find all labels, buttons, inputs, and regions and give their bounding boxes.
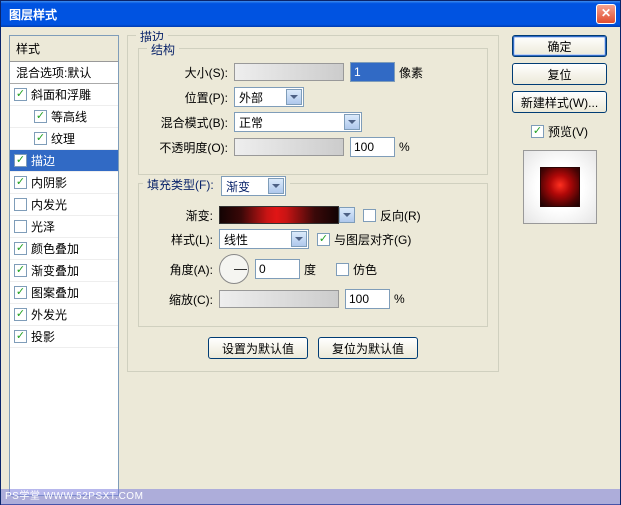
watermark: PS学堂 WWW.52PSXT.COM (1, 489, 620, 505)
scale-unit: % (394, 292, 405, 306)
set-default-button[interactable]: 设置为默认值 (208, 337, 308, 359)
angle-unit: 度 (304, 261, 316, 278)
style-checkbox[interactable] (14, 286, 27, 299)
size-input[interactable] (350, 62, 395, 82)
style-checkbox[interactable] (14, 154, 27, 167)
style-checkbox[interactable] (14, 176, 27, 189)
preview-label: 预览(V) (548, 123, 588, 140)
chevron-down-icon (339, 207, 355, 223)
style-item[interactable]: 外发光 (10, 304, 118, 326)
angle-label: 角度(A): (149, 261, 219, 278)
style-item-label: 外发光 (31, 306, 67, 323)
position-select[interactable]: 外部 (234, 87, 304, 107)
size-label: 大小(S): (149, 64, 234, 81)
align-checkbox[interactable] (317, 233, 330, 246)
style-item-label: 渐变叠加 (31, 262, 79, 279)
style-select[interactable]: 线性 (219, 229, 309, 249)
new-style-button[interactable]: 新建样式(W)... (512, 91, 607, 113)
style-item[interactable]: 纹理 (10, 128, 118, 150)
style-item[interactable]: 图案叠加 (10, 282, 118, 304)
ok-button[interactable]: 确定 (512, 35, 607, 57)
dither-label: 仿色 (353, 261, 377, 278)
style-item[interactable]: 描边 (10, 150, 118, 172)
opacity-slider[interactable] (234, 138, 344, 156)
opacity-label: 不透明度(O): (149, 139, 234, 156)
chevron-down-icon (344, 114, 360, 130)
style-item[interactable]: 等高线 (10, 106, 118, 128)
align-label: 与图层对齐(G) (334, 231, 411, 248)
styles-header: 样式 (10, 36, 118, 62)
structure-title: 结构 (147, 41, 179, 58)
close-button[interactable]: ✕ (596, 4, 616, 24)
style-item[interactable]: 斜面和浮雕 (10, 84, 118, 106)
size-slider[interactable] (234, 63, 344, 81)
dither-checkbox[interactable] (336, 263, 349, 276)
stroke-panel: 描边 结构 大小(S): 像素 位置(P): 外部 (127, 35, 499, 496)
blend-options-row[interactable]: 混合选项:默认 (10, 62, 118, 84)
style-item[interactable]: 内阴影 (10, 172, 118, 194)
reset-default-button[interactable]: 复位为默认值 (318, 337, 418, 359)
right-panel: 确定 复位 新建样式(W)... 预览(V) (507, 35, 612, 496)
style-item-label: 图案叠加 (31, 284, 79, 301)
style-item[interactable]: 渐变叠加 (10, 260, 118, 282)
style-item[interactable]: 内发光 (10, 194, 118, 216)
style-checkbox[interactable] (14, 198, 27, 211)
style-item-label: 描边 (31, 152, 55, 169)
scale-input[interactable] (345, 289, 390, 309)
titlebar: 图层样式 ✕ (1, 1, 620, 27)
preview-box (523, 150, 597, 224)
opacity-input[interactable] (350, 137, 395, 157)
style-checkbox[interactable] (34, 132, 47, 145)
style-item-label: 斜面和浮雕 (31, 86, 91, 103)
preview-checkbox[interactable] (531, 125, 544, 138)
style-item-label: 内阴影 (31, 174, 67, 191)
style-item-label: 内发光 (31, 196, 67, 213)
filltype-select[interactable]: 渐变 (221, 176, 286, 196)
size-unit: 像素 (399, 64, 423, 81)
chevron-down-icon (291, 231, 307, 247)
window-title: 图层样式 (5, 6, 596, 23)
filltype-label: 填充类型(F): (147, 178, 214, 192)
gradient-picker[interactable] (219, 206, 339, 224)
style-item-label: 等高线 (51, 108, 87, 125)
opacity-unit: % (399, 140, 410, 154)
preview-swatch (540, 167, 580, 207)
reverse-label: 反向(R) (380, 207, 421, 224)
angle-input[interactable] (255, 259, 300, 279)
style-item-label: 光泽 (31, 218, 55, 235)
style-item-label: 投影 (31, 328, 55, 345)
style-checkbox[interactable] (14, 88, 27, 101)
scale-slider[interactable] (219, 290, 339, 308)
fill-group: 填充类型(F): 渐变 渐变: 反向(R) 样 (138, 183, 488, 327)
style-item[interactable]: 光泽 (10, 216, 118, 238)
style-checkbox[interactable] (14, 308, 27, 321)
style-checkbox[interactable] (34, 110, 47, 123)
cancel-button[interactable]: 复位 (512, 63, 607, 85)
angle-dial[interactable] (219, 254, 249, 284)
position-label: 位置(P): (149, 89, 234, 106)
reverse-checkbox[interactable] (363, 209, 376, 222)
styles-list: 样式 混合选项:默认 斜面和浮雕等高线纹理描边内阴影内发光光泽颜色叠加渐变叠加图… (9, 35, 119, 496)
chevron-down-icon (286, 89, 302, 105)
style-item-label: 颜色叠加 (31, 240, 79, 257)
style-checkbox[interactable] (14, 242, 27, 255)
style-checkbox[interactable] (14, 220, 27, 233)
style-label: 样式(L): (149, 231, 219, 248)
style-checkbox[interactable] (14, 264, 27, 277)
chevron-down-icon (268, 178, 284, 194)
style-item[interactable]: 投影 (10, 326, 118, 348)
blendmode-select[interactable]: 正常 (234, 112, 362, 132)
gradient-label: 渐变: (149, 207, 219, 224)
stroke-outer-group: 描边 结构 大小(S): 像素 位置(P): 外部 (127, 35, 499, 372)
blendmode-label: 混合模式(B): (149, 114, 234, 131)
style-checkbox[interactable] (14, 330, 27, 343)
style-item[interactable]: 颜色叠加 (10, 238, 118, 260)
structure-group: 结构 大小(S): 像素 位置(P): 外部 混合模式(B): (138, 48, 488, 175)
style-item-label: 纹理 (51, 130, 75, 147)
scale-label: 缩放(C): (149, 291, 219, 308)
